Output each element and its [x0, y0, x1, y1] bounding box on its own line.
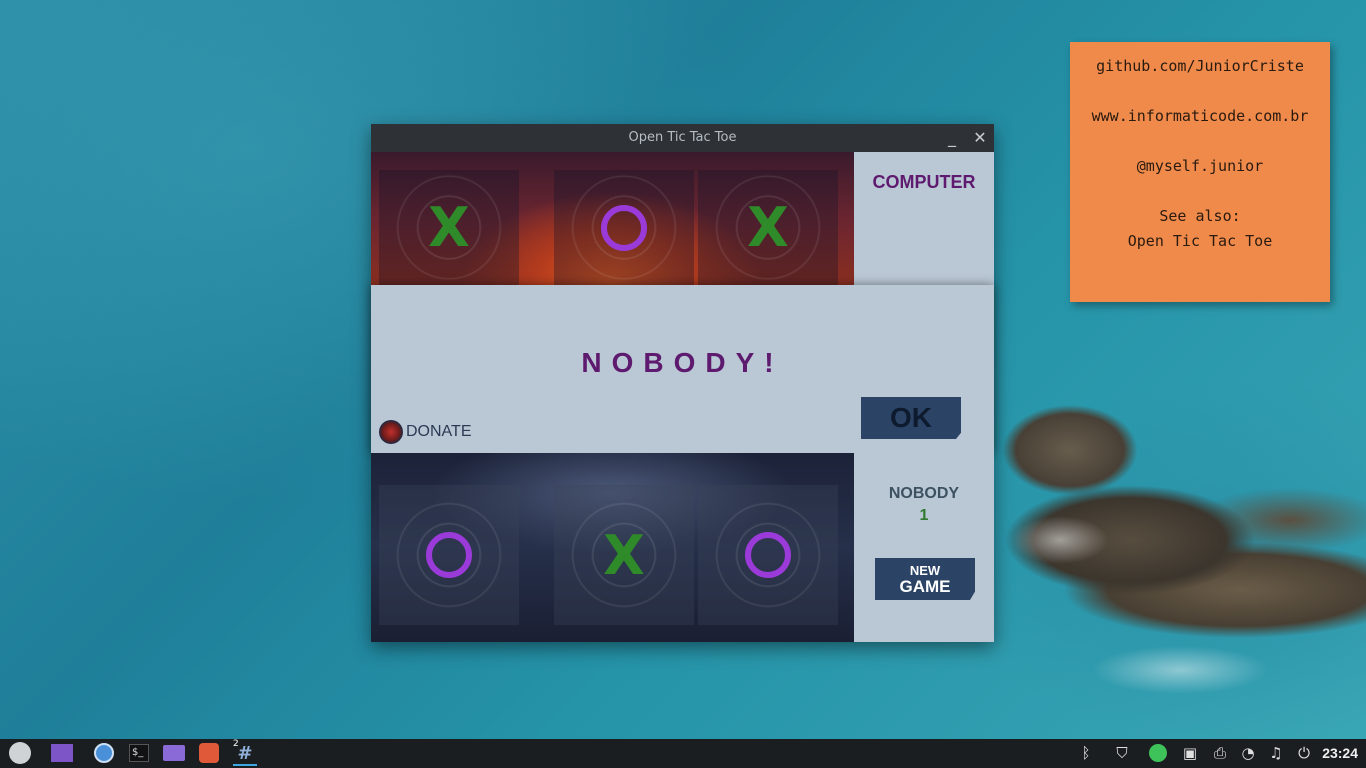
cell-bottom-3[interactable] — [698, 485, 838, 625]
tictactoe-icon[interactable]: # 2 — [233, 739, 257, 766]
board-top: X X — [371, 152, 854, 285]
cell-bottom-2[interactable]: X — [554, 485, 694, 625]
minimize-icon[interactable]: _ — [941, 124, 963, 152]
note-app-name: Open Tic Tac Toe — [1127, 232, 1273, 250]
window-title: Open Tic Tac Toe — [628, 130, 737, 145]
shield-icon[interactable]: ⛉ — [1112, 743, 1132, 763]
game-icon[interactable] — [197, 742, 221, 764]
clock[interactable]: 23:24 — [1322, 745, 1358, 761]
files-icon[interactable] — [162, 742, 186, 764]
o-mark — [601, 204, 647, 251]
cell-bottom-1[interactable] — [379, 485, 519, 625]
wallpaper-foam — [1000, 420, 1366, 720]
new-game-line2: GAME — [899, 577, 951, 596]
music-icon[interactable]: ♫ — [1266, 743, 1286, 763]
menu-icon[interactable] — [8, 742, 32, 764]
cell-top-2[interactable] — [554, 170, 694, 285]
whatsapp-icon[interactable] — [1148, 743, 1168, 763]
score-panel: NOBODY 1 NEW GAME — [854, 453, 994, 642]
x-mark: X — [428, 196, 470, 259]
x-mark: X — [603, 523, 645, 587]
score-value: 1 — [919, 507, 929, 524]
player-panel: COMPUTER — [854, 152, 994, 285]
donate-label: DONATE — [406, 423, 472, 440]
donate-button[interactable]: DONATE — [379, 419, 471, 445]
o-mark — [426, 532, 472, 578]
note-github: github.com/JuniorCriste — [1096, 57, 1304, 75]
wifi-icon[interactable]: ◔ — [1238, 743, 1258, 763]
window-titlebar[interactable]: Open Tic Tac Toe _ ✕ — [371, 124, 994, 152]
power-icon[interactable]: ⏻ — [1294, 743, 1314, 763]
game-window: Open Tic Tac Toe _ ✕ X X COMPUTER NOBODY… — [371, 124, 994, 642]
result-text: NOBODY! — [581, 347, 784, 378]
result-dialog: NOBODY! DONATE OK — [371, 285, 994, 453]
tictactoe-badge: 2 — [233, 739, 239, 749]
screenshot-icon[interactable]: ▣ — [1180, 743, 1200, 763]
o-mark — [745, 532, 791, 578]
note-website: www.informaticode.com.br — [1091, 107, 1309, 125]
close-icon[interactable]: ✕ — [969, 124, 991, 152]
taskbar: $_ # 2 ᛒ ⛉ ▣ ⎙ ◔ ♫ ⏻ 23:24 — [0, 739, 1366, 768]
note-see-also: See also: — [1159, 207, 1241, 225]
cell-top-1[interactable]: X — [379, 170, 519, 285]
sticky-note: github.com/JuniorCriste www.informaticod… — [1070, 42, 1330, 302]
ok-button[interactable]: OK — [861, 397, 961, 439]
new-game-button[interactable]: NEW GAME — [875, 558, 975, 600]
donate-logo-icon — [379, 420, 403, 444]
chromium-icon[interactable] — [92, 742, 116, 764]
workspace-icon[interactable] — [50, 742, 74, 764]
board-bottom: X — [371, 453, 854, 642]
player-label: COMPUTER — [872, 172, 976, 192]
cell-top-3[interactable]: X — [698, 170, 838, 285]
score-name: NOBODY — [888, 485, 960, 502]
printer-icon[interactable]: ⎙ — [1210, 743, 1230, 763]
ok-label: OK — [890, 402, 932, 433]
x-mark: X — [747, 196, 789, 259]
note-handle: @myself.junior — [1136, 157, 1264, 175]
new-game-line1: NEW — [909, 563, 941, 578]
terminal-icon[interactable]: $_ — [127, 742, 151, 764]
bluetooth-icon[interactable]: ᛒ — [1076, 743, 1096, 763]
